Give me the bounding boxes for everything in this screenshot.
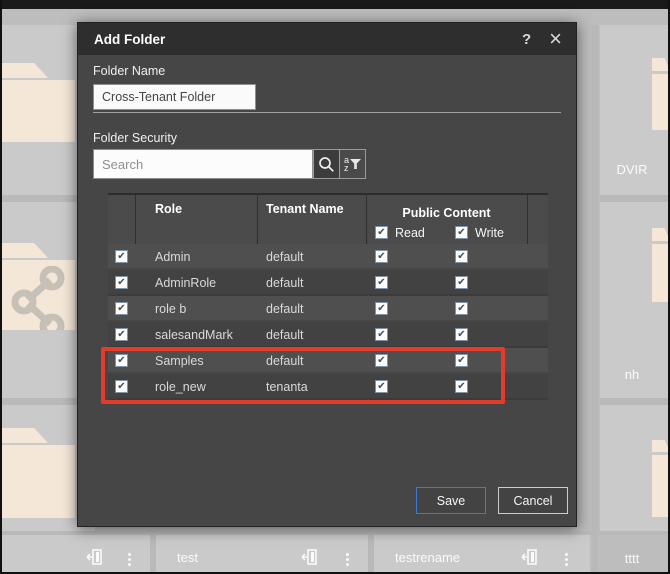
table-row[interactable]: Admin default: [108, 244, 548, 270]
role-cell: Samples: [155, 354, 204, 368]
filter-funnel-icon: [350, 159, 361, 170]
exit-folder-icon[interactable]: [521, 549, 538, 565]
tenant-cell: default: [266, 354, 304, 368]
row-select-checkbox[interactable]: [115, 276, 128, 289]
role-cell: AdminRole: [155, 276, 216, 290]
more-options-icon[interactable]: [128, 551, 132, 568]
write-checkbox[interactable]: [455, 302, 468, 315]
search-icon: [318, 156, 335, 173]
read-checkbox[interactable]: [375, 354, 388, 367]
tenant-cell: default: [266, 302, 304, 316]
read-checkbox[interactable]: [375, 328, 388, 341]
read-checkbox[interactable]: [375, 380, 388, 393]
dialog-title-bar: Add Folder ? ×: [78, 23, 576, 55]
row-select-checkbox[interactable]: [115, 250, 128, 263]
col-header-public-content: Public Content: [366, 206, 527, 220]
tile-gap: [2, 531, 670, 535]
dialog-body: Folder Name Folder Security a z: [78, 55, 576, 526]
tile-label-dvir: DVIR: [600, 162, 664, 177]
header-divider: [257, 195, 258, 244]
write-all-checkbox[interactable]: [455, 226, 468, 239]
dialog-title: Add Folder: [94, 32, 522, 47]
tile-label-nh: nh: [600, 367, 664, 382]
folder-icon: [2, 80, 75, 142]
header-divider: [527, 195, 528, 244]
table-row[interactable]: AdminRole default: [108, 270, 548, 296]
more-options-icon[interactable]: [565, 551, 569, 568]
col-header-role: Role: [155, 202, 182, 216]
write-checkbox[interactable]: [455, 276, 468, 289]
table-row-highlighted[interactable]: Samples default: [108, 348, 548, 374]
tenant-cell: default: [266, 328, 304, 342]
write-checkbox[interactable]: [455, 380, 468, 393]
table-row[interactable]: salesandMark default: [108, 322, 548, 348]
close-icon[interactable]: ×: [549, 29, 562, 49]
folder-name-label: Folder Name: [93, 64, 165, 78]
role-cell: salesandMark: [155, 328, 233, 342]
help-icon[interactable]: ?: [522, 31, 531, 48]
col-header-write: Write: [475, 226, 504, 240]
add-folder-dialog: Add Folder ? × Folder Name Folder Securi…: [77, 22, 577, 527]
table-row-highlighted[interactable]: role_new tenanta: [108, 374, 548, 400]
write-checkbox[interactable]: [455, 250, 468, 263]
tile-gap: [150, 535, 156, 574]
top-window-strip: [2, 0, 670, 9]
folder-security-label: Folder Security: [93, 131, 177, 145]
folder-icon: [652, 455, 670, 517]
cancel-button[interactable]: Cancel: [498, 487, 568, 514]
table-row[interactable]: role b default: [108, 296, 548, 322]
read-checkbox[interactable]: [375, 250, 388, 263]
tile-gap: [368, 535, 374, 574]
sort-filter-button[interactable]: a z: [339, 149, 366, 179]
table-header: Role Tenant Name Public Content Read Wri…: [108, 193, 548, 244]
tile-gap: [592, 25, 598, 574]
role-cell: role b: [155, 302, 186, 316]
row-select-checkbox[interactable]: [115, 328, 128, 341]
read-all-checkbox[interactable]: [375, 226, 388, 239]
role-cell: role_new: [155, 380, 206, 394]
tile-label-tttt: tttt: [600, 551, 664, 566]
write-checkbox[interactable]: [455, 354, 468, 367]
more-options-icon[interactable]: [346, 551, 350, 568]
exit-folder-icon[interactable]: [86, 549, 103, 565]
tenant-cell: default: [266, 276, 304, 290]
tile-gap: [600, 398, 670, 405]
role-cell: Admin: [155, 250, 190, 264]
row-select-checkbox[interactable]: [115, 354, 128, 367]
tile-label-testrename: testrename: [395, 550, 460, 565]
read-checkbox[interactable]: [375, 276, 388, 289]
exit-folder-icon[interactable]: [301, 549, 318, 565]
folder-name-input[interactable]: [93, 84, 256, 110]
row-select-checkbox[interactable]: [115, 302, 128, 315]
folder-icon: [652, 244, 670, 302]
tenant-cell: default: [266, 250, 304, 264]
read-checkbox[interactable]: [375, 302, 388, 315]
screen: DVIR nh tttt test testrename: [0, 0, 670, 574]
tenant-cell: tenanta: [266, 380, 308, 394]
az-letters: a z: [344, 156, 349, 172]
search-input[interactable]: [93, 149, 313, 179]
header-divider: [135, 195, 136, 244]
tile-label-test: test: [177, 550, 198, 565]
save-button[interactable]: Save: [416, 487, 486, 514]
tile-gap: [600, 195, 670, 202]
write-checkbox[interactable]: [455, 328, 468, 341]
search-button[interactable]: [313, 149, 340, 179]
row-select-checkbox[interactable]: [115, 380, 128, 393]
folder-icon: [2, 445, 75, 518]
share-icon: [10, 266, 68, 330]
separator: [93, 112, 561, 113]
shared-folder-icon: [2, 260, 75, 330]
col-header-tenant-name: Tenant Name: [266, 202, 344, 216]
folder-security-table: Role Tenant Name Public Content Read Wri…: [108, 193, 548, 400]
folder-icon: [652, 74, 670, 130]
col-header-read: Read: [395, 226, 425, 240]
